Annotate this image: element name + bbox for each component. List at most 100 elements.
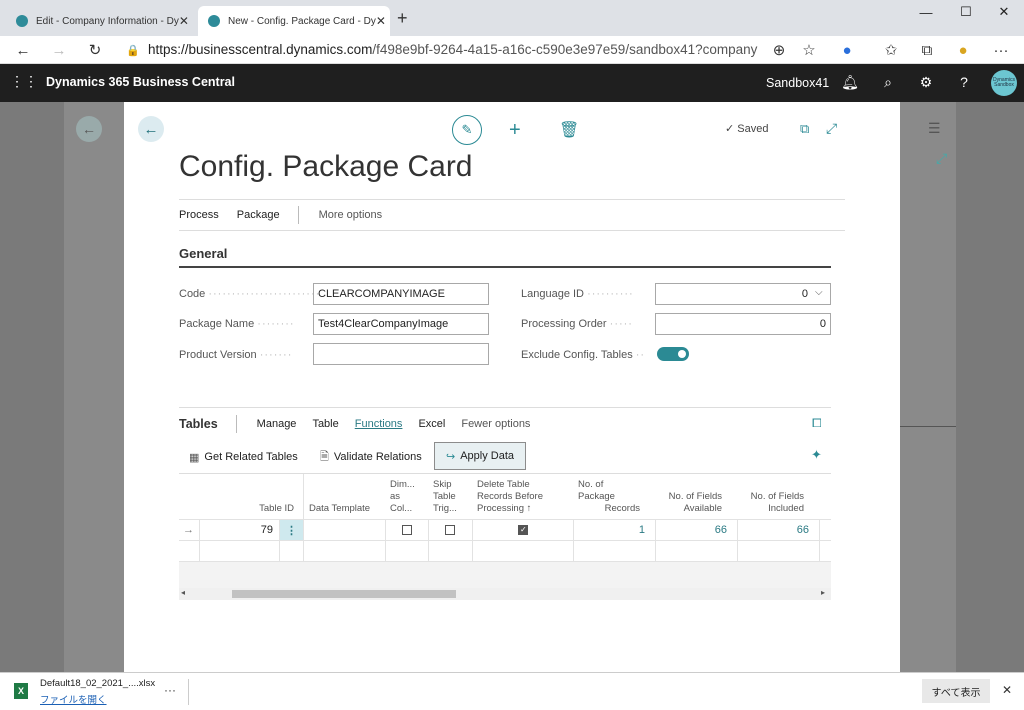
maximize-button[interactable]: ☐	[946, 0, 986, 24]
col-no-of-fields-included[interactable]: No. of Fields Included	[737, 474, 809, 520]
browser-menu-icon[interactable]: ···	[990, 40, 1012, 60]
col-delete-before-processing[interactable]: Delete Table Records Before Processing ↑	[472, 474, 572, 520]
pin-icon[interactable]: ✦	[811, 447, 822, 463]
notification-bell-icon[interactable]: 🔔︎	[840, 74, 860, 92]
cell-skip-trig-checkbox[interactable]	[445, 519, 455, 541]
language-id-label: Language ID ··········	[521, 288, 634, 300]
cell-dim-as-col-checkbox[interactable]	[402, 519, 412, 541]
document-icon: 🗎	[320, 450, 329, 463]
checkbox-checked[interactable]	[518, 525, 528, 535]
scroll-right-icon[interactable]: ▸	[821, 588, 825, 597]
business-central-favicon-icon	[16, 15, 28, 27]
open-file-link[interactable]: ファイルを開く	[40, 692, 107, 706]
browser-tab-active[interactable]: New - Config. Package Card - Dy ✕	[198, 6, 390, 36]
show-all-button[interactable]: すべて表示	[922, 679, 990, 703]
apply-data-button[interactable]: ↪ Apply Data	[434, 442, 526, 470]
checkbox-unchecked[interactable]	[445, 525, 455, 535]
get-related-tables-button[interactable]: ▦ Get Related Tables	[189, 447, 298, 467]
favorites-icon[interactable]: ✩	[880, 40, 902, 60]
language-id-dropdown[interactable]: 0	[655, 283, 831, 305]
forward-arrow-icon[interactable]: →	[48, 40, 70, 60]
tab-fewer-options[interactable]: Fewer options	[461, 418, 530, 430]
row-actions-ellipsis-icon[interactable]: ⋮	[280, 520, 303, 540]
tab-close-icon[interactable]: ✕	[376, 14, 386, 28]
grid-column-divider	[819, 519, 820, 561]
code-field[interactable]: CLEARCOMPANYIMAGE	[313, 283, 489, 305]
waffle-icon[interactable]: ⋮⋮	[10, 73, 38, 91]
cell-table-id[interactable]: 79	[199, 519, 273, 541]
card-back-icon[interactable]: ←	[138, 116, 164, 142]
col-skip-table-trig[interactable]: Skip Table Trig...	[428, 474, 472, 520]
col-data-template[interactable]: Data Template	[304, 474, 386, 520]
business-central-favicon-icon	[208, 15, 220, 27]
col-table-id[interactable]: Table ID	[199, 474, 299, 520]
cell-data-template[interactable]	[304, 519, 384, 541]
profile-icon[interactable]: ●	[952, 40, 974, 60]
browser-extension-icon[interactable]: ●	[836, 40, 858, 60]
collections-icon[interactable]: ⧉	[916, 40, 938, 60]
close-download-bar-icon[interactable]: ✕	[1002, 683, 1012, 697]
processing-order-field[interactable]: 0	[655, 313, 831, 335]
lock-icon: 🔒	[126, 44, 140, 57]
reload-icon[interactable]: ↻	[84, 40, 106, 60]
search-icon[interactable]: ⌕	[878, 74, 898, 92]
scroll-left-icon[interactable]: ◂	[181, 588, 185, 597]
validate-relations-button[interactable]: 🗎 Validate Relations	[320, 447, 422, 467]
back-arrow-icon[interactable]: ←	[12, 40, 34, 60]
row-selector-arrow-icon[interactable]: →	[183, 519, 194, 541]
tables-separator	[235, 414, 237, 433]
cell-delete-before-checkbox[interactable]	[518, 519, 528, 541]
scrollbar-thumb[interactable]	[232, 590, 456, 598]
product-version-field[interactable]	[313, 343, 489, 365]
help-icon[interactable]: ?	[954, 74, 974, 92]
open-in-page-icon[interactable]: ⧠	[812, 416, 822, 431]
cell-package-records[interactable]: 1	[573, 519, 645, 541]
col-no-of-fields-available[interactable]: No. of Fields Available	[655, 474, 727, 520]
download-file-name[interactable]: Default18_02_2021_....xlsx	[40, 678, 155, 689]
download-more-icon[interactable]: ···	[164, 683, 176, 697]
package-name-field[interactable]: Test4ClearCompanyImage	[313, 313, 489, 335]
cell-fields-included[interactable]: 66	[737, 519, 809, 541]
app-name[interactable]: Dynamics 365 Business Central	[46, 75, 235, 89]
background-menu-icon: ☰	[928, 120, 941, 136]
col-no-of-package-records[interactable]: No. of Package Records	[573, 474, 645, 520]
minimize-button[interactable]: —	[906, 0, 946, 24]
action-package[interactable]: Package	[237, 209, 280, 221]
exclude-config-tables-toggle[interactable]	[657, 347, 689, 361]
excel-file-icon: X	[14, 683, 28, 699]
cell-fields-available[interactable]: 66	[655, 519, 727, 541]
horizontal-scrollbar[interactable]: ◂ ▸	[179, 588, 831, 600]
tab-close-icon[interactable]: ✕	[179, 14, 189, 28]
action-process[interactable]: Process	[179, 209, 219, 221]
favorite-star-icon[interactable]: ☆	[798, 40, 820, 60]
browser-tab[interactable]: Edit - Company Information - Dy ✕	[6, 6, 196, 36]
section-general-heading[interactable]: General	[179, 246, 831, 268]
edit-pencil-icon[interactable]: ✎	[452, 115, 482, 145]
url-field[interactable]: https://businesscentral.dynamics.com/f49…	[148, 38, 758, 60]
col-dim-as-col[interactable]: Dim... as Col...	[385, 474, 429, 520]
expand-icon[interactable]: ⤢	[826, 120, 837, 137]
settings-gear-icon[interactable]: ⚙	[916, 74, 936, 92]
processing-order-label: Processing Order ·····	[521, 318, 633, 330]
grid-header-divider	[179, 519, 831, 520]
environment-name: Sandbox41	[766, 76, 830, 90]
delete-trash-icon[interactable]: 🗑︎	[559, 120, 579, 140]
close-window-button[interactable]: ✕	[984, 0, 1024, 24]
open-new-window-icon[interactable]: ⧉	[800, 121, 809, 137]
new-tab-button[interactable]: +	[397, 8, 408, 29]
grid-row-divider	[179, 540, 831, 541]
tab-excel[interactable]: Excel	[418, 418, 445, 430]
url-path: /f498e9bf-9264-4a15-a16c-c590e3e97e59/sa…	[372, 41, 758, 57]
tables-grid: Table ID Data Template Dim... as Col... Sk…	[179, 474, 831, 600]
tables-title: Tables	[179, 416, 218, 431]
avatar[interactable]: Dynamics Sandbox	[991, 70, 1017, 96]
action-more-options[interactable]: More options	[319, 209, 383, 221]
tab-table[interactable]: Table	[312, 418, 338, 430]
tab-functions[interactable]: Functions	[355, 418, 403, 430]
tab-manage[interactable]: Manage	[257, 418, 297, 430]
checkbox-unchecked[interactable]	[402, 525, 412, 535]
browser-tab-strip: Edit - Company Information - Dy ✕ New - …	[0, 0, 1024, 36]
add-page-icon[interactable]: ⊕	[768, 40, 790, 60]
chevron-down-icon[interactable]: ⌵	[815, 287, 823, 298]
new-plus-icon[interactable]: +	[509, 119, 521, 142]
